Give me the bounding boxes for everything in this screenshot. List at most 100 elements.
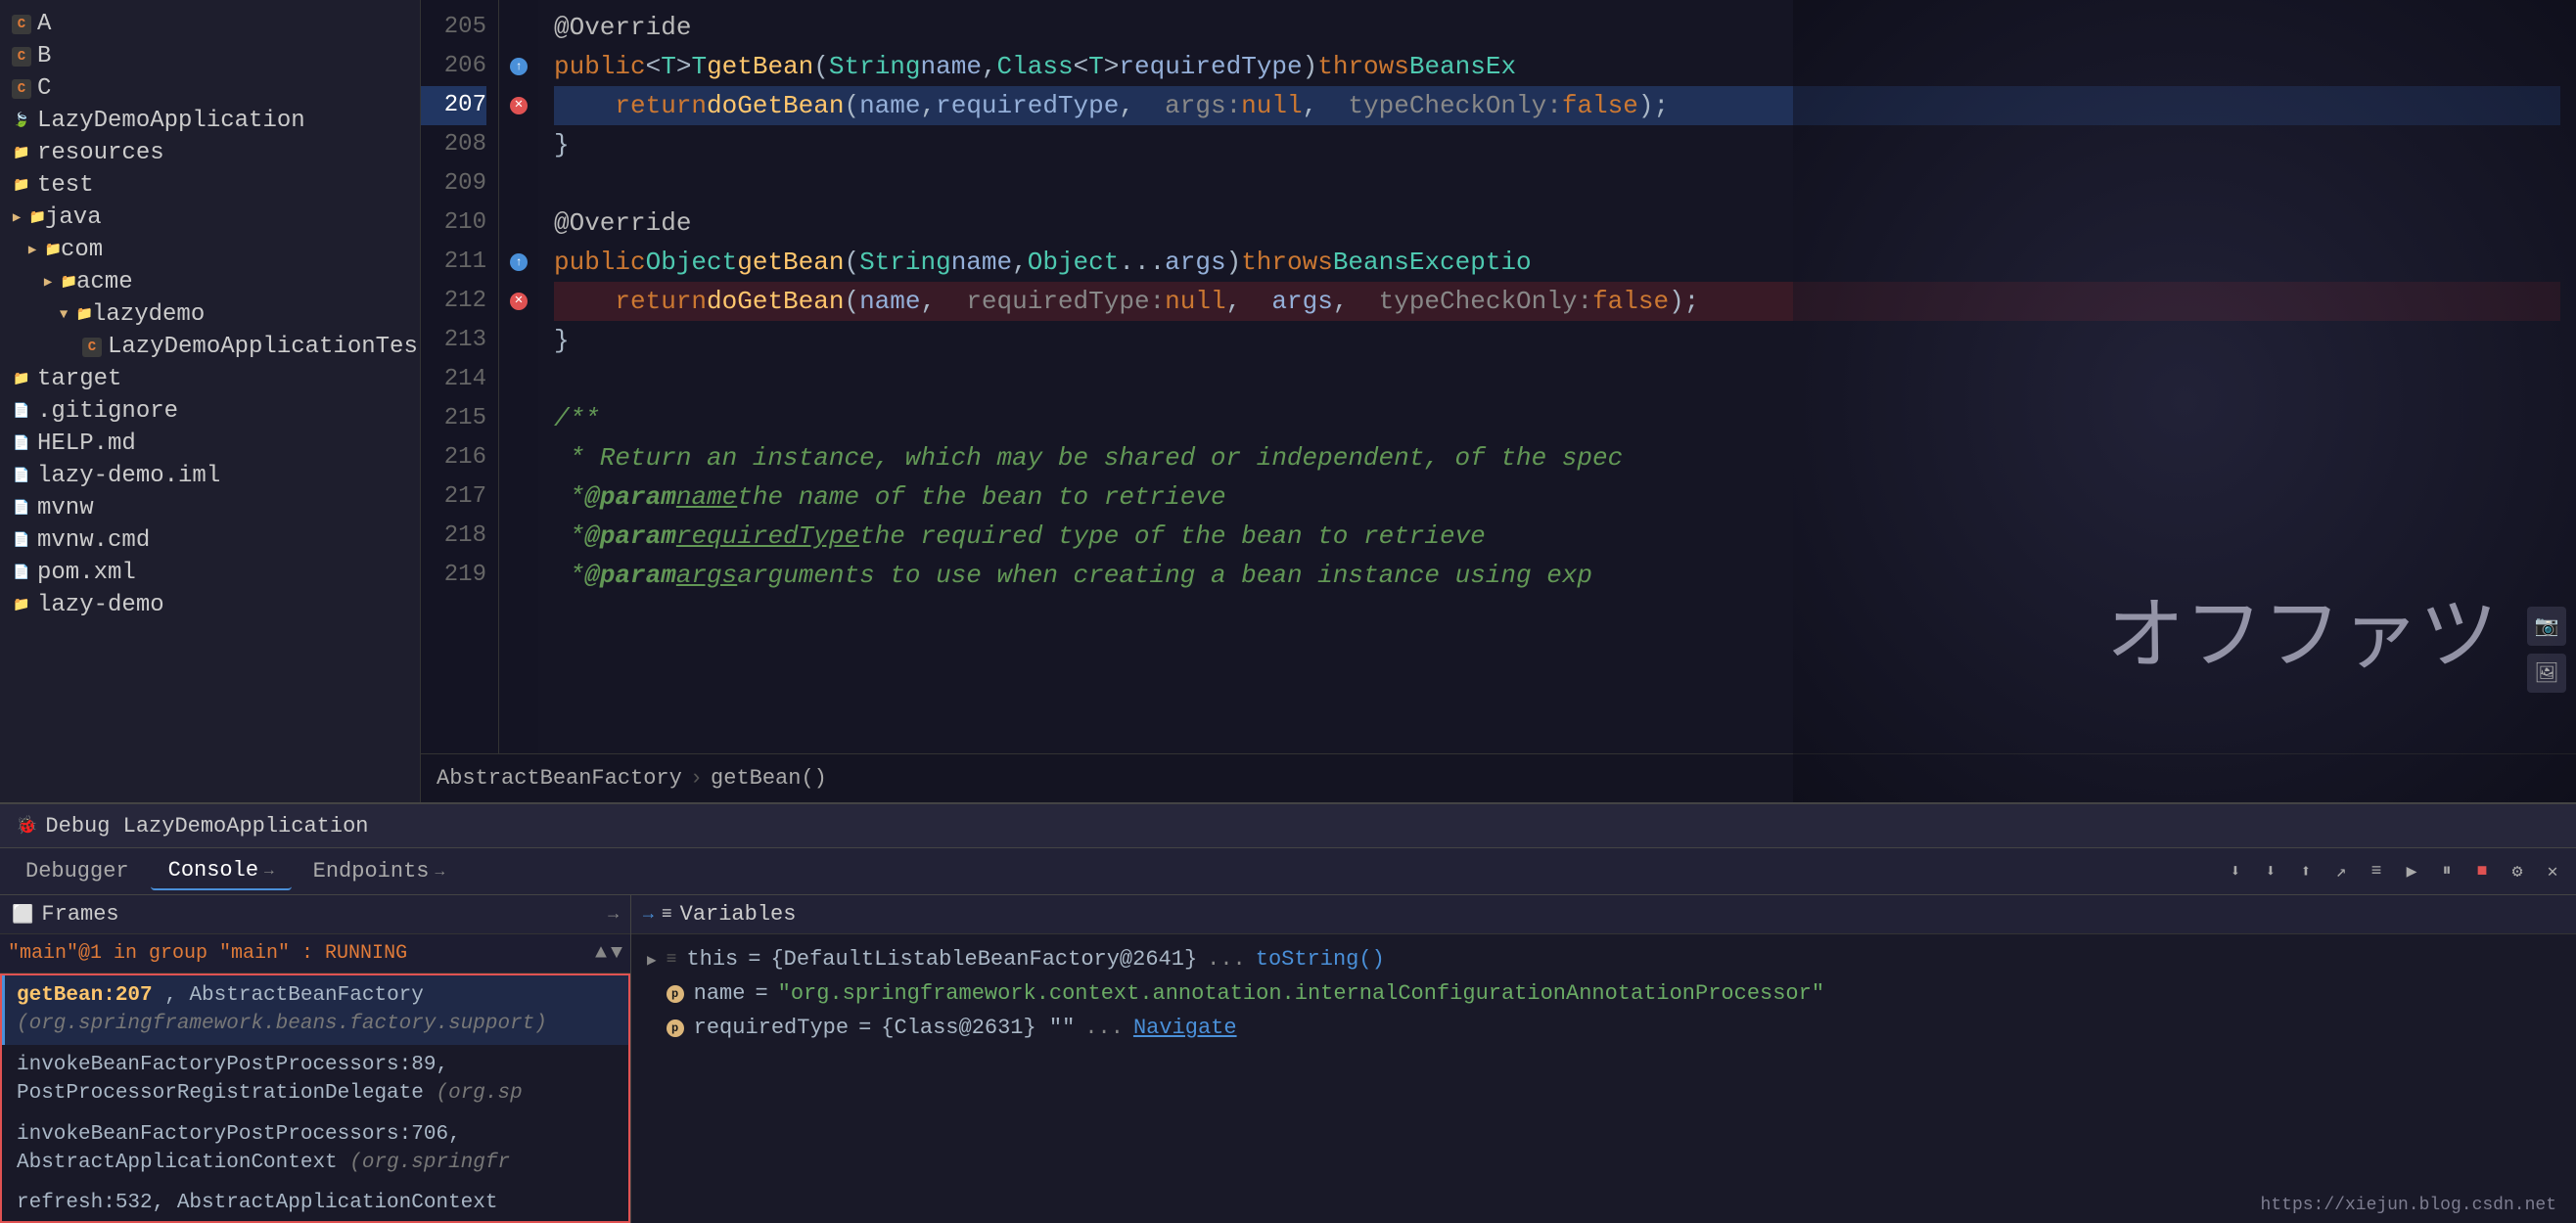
class-icon-tests: C [82,338,102,357]
sidebar-item-LazyDemoApplicationTests[interactable]: C LazyDemoApplicationTests [0,331,420,363]
var-item-requiredType[interactable]: ▶ p requiredType = {Class@2631} "" ... N… [631,1011,2576,1045]
variables-panel: → ≡ Variables ▶ ≡ this = {DefaultListabl… [631,895,2576,1223]
sidebar-item-acme[interactable]: ▶ 📁 acme [0,266,420,298]
var-value-requiredType: {Class@2631} "" [881,1016,1075,1040]
gutter-icon-error-207: ✕ [510,97,528,114]
gutter-icon-warning-206: ↑ [510,58,528,75]
folder-icon: 📁 [12,176,31,196]
endpoints-arrow: → [435,863,444,881]
tab-endpoints[interactable]: Endpoints → [296,853,462,889]
var-value-this: {DefaultListableBeanFactory@2641} [770,947,1197,972]
close-btn[interactable]: ✕ [2537,856,2568,887]
debug-title-bar: 🐞 Debug LazyDemoApplication [0,804,2576,848]
variables-title: Variables [680,902,797,927]
sidebar-item-LazyDemoApplication[interactable]: 🍃 LazyDemoApplication [0,105,420,137]
folder-icon: ▶ 📁 [20,208,39,228]
frames-panel: ⬜ Frames → "main"@1 in group "main" : RU… [0,895,631,1223]
frames-expand-icon: → [608,905,619,925]
gutter: ↑ ✕ ↑ ✕ [499,0,538,753]
debug-panel: 🐞 Debug LazyDemoApplication Debugger Con… [0,802,2576,1223]
var-expand-this[interactable]: ▶ [647,950,657,970]
sidebar-item-B[interactable]: C B [0,40,420,72]
file-icon: 📄 [12,402,31,422]
code-editor-area: 205 206 207 208 209 210 211 212 213 214 … [421,0,2576,802]
sidebar-item-A[interactable]: C A [0,8,420,40]
var-item-name[interactable]: ▶ p name = "org.springframework.context.… [631,976,2576,1011]
debug-toolbar: ⬇ ⬇ ⬆ ↗ ≡ ▶ ⏸ ■ ⚙ ✕ [2220,856,2568,887]
var-navigate-requiredType[interactable]: Navigate [1133,1016,1237,1040]
app-icon: 🍃 [12,112,31,131]
sidebar-item-lazy-demo-root[interactable]: 📁 lazy-demo [0,589,420,621]
var-item-this[interactable]: ▶ ≡ this = {DefaultListableBeanFactory@2… [631,942,2576,976]
folder-icon: ▶ 📁 [35,241,55,260]
var-icon-requiredType: p [667,1019,684,1037]
pause-btn[interactable]: ⏸ [2431,856,2462,887]
debug-title: Debug LazyDemoApplication [45,814,368,838]
sidebar-item-pom[interactable]: 📄 pom.xml [0,557,420,589]
sidebar-item-iml[interactable]: 📄 lazy-demo.iml [0,460,420,492]
thread-arrows: ▲ ▼ [595,942,622,965]
folder-icon: 📁 [12,370,31,389]
console-arrow: → [264,862,274,880]
frame-item-4[interactable]: refresh:532, AbstractApplicationContext … [2,1183,628,1221]
thread-up-icon: ▲ [595,942,607,965]
step-over-btn[interactable]: ⬇ [2220,856,2251,887]
thread-name: "main"@1 in group "main" : RUNNING [8,942,407,965]
breadcrumb-method: getBean() [711,766,827,791]
folder-icon: 📁 [12,596,31,615]
project-sidebar: C A C B C C 🍃 LazyDemoApplication 📁 reso… [0,0,421,802]
tab-console[interactable]: Console → [151,852,292,890]
sidebar-item-HELP[interactable]: 📄 HELP.md [0,428,420,460]
sidebar-item-mvnw[interactable]: 📄 mvnw [0,492,420,524]
top-section: C A C B C C 🍃 LazyDemoApplication 📁 reso… [0,0,2576,802]
frames-header: ⬜ Frames → [0,895,630,934]
main-layout: C A C B C C 🍃 LazyDemoApplication 📁 reso… [0,0,2576,1223]
class-icon-A: C [12,15,31,34]
thread-down-icon: ▼ [611,942,622,965]
debug-tabs: Debugger Console → Endpoints → ⬇ ⬇ ⬆ ↗ ≡… [0,848,2576,895]
tab-debugger[interactable]: Debugger [8,853,147,889]
sidebar-item-C[interactable]: C C [0,72,420,105]
file-icon: 📄 [12,564,31,583]
sidebar-item-com[interactable]: ▶ 📁 com [0,234,420,266]
folder-icon: 📁 [12,144,31,163]
class-icon-C: C [12,79,31,99]
var-extra-this: ... [1207,947,1246,972]
sidebar-item-lazydemo[interactable]: ▼ 📁 lazydemo [0,298,420,331]
variables-list: ▶ ≡ this = {DefaultListableBeanFactory@2… [631,934,2576,1223]
step-into-btn[interactable]: ⬇ [2255,856,2286,887]
frames-title: Frames [41,902,118,927]
gutter-icon-warning-211: ↑ [510,253,528,271]
sidebar-item-target[interactable]: 📁 target [0,363,420,395]
var-value-name: "org.springframework.context.annotation.… [778,981,1824,1006]
stop-btn[interactable]: ■ [2466,856,2498,887]
class-icon-B: C [12,47,31,67]
website-url: https://xiejun.blog.csdn.net [2261,1196,2556,1215]
var-icon-name: p [667,985,684,1003]
frame-item-3[interactable]: invokeBeanFactoryPostProcessors:706, Abs… [2,1114,628,1184]
file-icon: 📄 [12,531,31,551]
frame-item-1[interactable]: getBean:207 , AbstractBeanFactory (org.s… [2,975,628,1045]
run-to-cursor-btn[interactable]: ↗ [2325,856,2357,887]
sidebar-item-mvnw-cmd[interactable]: 📄 mvnw.cmd [0,524,420,557]
sidebar-item-test[interactable]: 📁 test [0,169,420,202]
debug-icon: 🐞 [16,815,37,837]
line-numbers: 205 206 207 208 209 210 211 212 213 214 … [421,0,499,753]
var-tostring-this[interactable]: toString() [1256,947,1385,972]
file-icon: 📄 [12,467,31,486]
breadcrumb-parent: AbstractBeanFactory [437,766,682,791]
sidebar-item-java[interactable]: ▶ 📁 java [0,202,420,234]
sidebar-item-resources[interactable]: 📁 resources [0,137,420,169]
frames-list: getBean:207 , AbstractBeanFactory (org.s… [2,975,628,1221]
settings-btn[interactable]: ⚙ [2502,856,2533,887]
variables-header: → ≡ Variables [631,895,2576,934]
step-out-btn[interactable]: ⬆ [2290,856,2322,887]
resume-btn[interactable]: ▶ [2396,856,2427,887]
file-icon: 📄 [12,499,31,519]
gutter-icon-error-212: ✕ [510,293,528,310]
folder-icon: ▼ 📁 [67,305,86,325]
debug-body: ⬜ Frames → "main"@1 in group "main" : RU… [0,895,2576,1223]
sidebar-item-gitignore[interactable]: 📄 .gitignore [0,395,420,428]
evaluate-btn[interactable]: ≡ [2361,856,2392,887]
frame-item-2[interactable]: invokeBeanFactoryPostProcessors:89, Post… [2,1045,628,1114]
